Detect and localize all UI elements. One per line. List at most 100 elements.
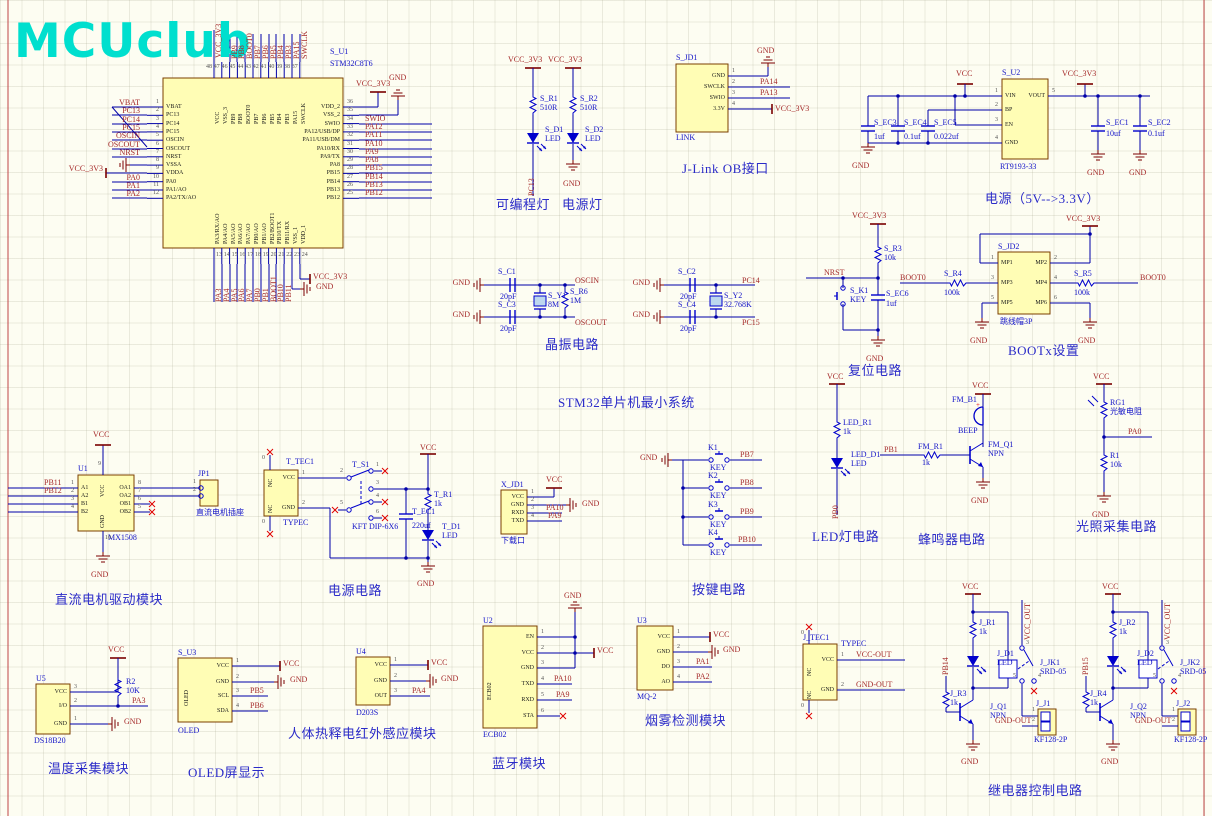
pin-name: PB1/AO <box>261 223 268 244</box>
section-title: 蜂鸣器电路 <box>918 532 986 547</box>
net-label: GND <box>124 717 142 726</box>
net-label: GND <box>723 645 741 654</box>
designator: 光敏电阻 <box>1110 407 1142 416</box>
designator: J_R1 <box>979 618 996 627</box>
pin-number: 40 <box>268 64 275 70</box>
net-label: NRST <box>119 148 140 157</box>
pin-name: PB14 <box>326 178 340 185</box>
pin-number: 8 <box>138 480 141 486</box>
designator: K2 <box>708 471 718 480</box>
pin-name: NC <box>268 504 274 513</box>
designator: S_EC6 <box>886 289 909 298</box>
section-title: 直流电机驱动模块 <box>55 592 164 607</box>
pin-name: VSS_1 <box>293 226 299 244</box>
designator: J_R3 <box>950 689 967 698</box>
net-label: OSCIN <box>115 131 140 140</box>
pin-name: PA6/AO <box>238 223 245 244</box>
pin-name: PA7/AO <box>246 223 253 244</box>
pin-name: PB5 <box>269 113 276 124</box>
pin-name: 3.3V <box>713 106 725 112</box>
net-label: GND <box>632 310 650 319</box>
pin-number: 29 <box>347 157 353 164</box>
pin-name: PA8 <box>329 162 340 169</box>
pin-number: 3 <box>74 684 77 690</box>
pin-number: 37 <box>291 64 298 70</box>
pin-number: 2 <box>394 673 397 679</box>
net-label: VCC_OUT <box>1023 603 1032 640</box>
net-label: GND <box>290 675 308 684</box>
pin-number: 2 <box>541 645 544 651</box>
pin-name: GND <box>374 678 387 684</box>
net-label: SWCLK <box>300 31 309 59</box>
net-label: VCC_3V3 <box>548 55 583 64</box>
pin-name: PA15 <box>293 110 299 124</box>
designator: S_R3 <box>884 244 902 253</box>
net-label: VCC-OUT <box>856 650 892 659</box>
pin-name: B2 <box>81 509 89 515</box>
designator: J_R4 <box>1090 689 1107 698</box>
net-label: GND <box>1078 336 1096 345</box>
ic-download-port-designator: X_JD1 <box>501 480 524 489</box>
pin-number: 33 <box>347 123 353 130</box>
ic-mx1508-motor-driver-part: MX1508 <box>108 533 137 542</box>
net-label: GND <box>961 757 979 766</box>
pin-number: 27 <box>347 173 353 180</box>
pin-name: VCC <box>657 634 670 640</box>
pin-name: VCC <box>521 650 534 656</box>
pin-name: STA <box>523 713 534 719</box>
pin-number: 20 <box>270 252 277 258</box>
pin-number: 3 <box>71 496 74 502</box>
designator: S_EC1 <box>1106 118 1129 127</box>
net-label: GND <box>452 310 470 319</box>
pin-name: OSCIN <box>166 137 185 144</box>
designator: JP1 <box>198 469 210 478</box>
pin-number: 12 <box>153 190 159 197</box>
pin-name: VSS_2 <box>322 112 340 119</box>
net-label: NRST <box>824 268 845 277</box>
designator: 0.1uf <box>1148 129 1165 138</box>
designator: 0.022uf <box>934 132 959 141</box>
designator: J_Q1 <box>990 702 1007 711</box>
section-title: 晶振电路 <box>545 337 600 352</box>
net-label: VCC <box>283 659 300 668</box>
pin-number: 5 <box>138 504 141 510</box>
pin-name: VDD_1 <box>300 225 307 244</box>
pin-number: 44 <box>237 64 244 70</box>
designator: J_J2 <box>1176 699 1191 708</box>
pin-number: 1 <box>236 658 239 664</box>
pin-name: EN <box>1005 122 1013 128</box>
pin-number: 1 <box>995 88 998 94</box>
designator: S_C3 <box>498 300 516 309</box>
designator: 直流电机插座 <box>196 508 244 517</box>
net-label: GND-OUT <box>1135 716 1172 725</box>
pin-name: VBAT <box>166 104 182 110</box>
designator: S_EC3 <box>874 118 897 127</box>
pin-name: SDA <box>216 708 229 714</box>
pin-number: 3 <box>995 117 998 123</box>
net-label: PA3 <box>132 696 146 705</box>
designator: J_R2 <box>1119 618 1136 627</box>
designator: FM_B1 <box>952 395 977 404</box>
pin-number: 14 <box>223 252 230 258</box>
pin-number: 2 <box>1172 717 1175 723</box>
pin-number: 1 <box>991 255 994 261</box>
pin-name: A1 <box>81 485 89 491</box>
pin-name: NC <box>268 478 274 487</box>
pin-name: NC <box>807 690 813 699</box>
pin-number: 5 <box>1153 673 1156 679</box>
net-label: GND <box>971 496 989 505</box>
designator: 220uf <box>412 521 431 530</box>
designator: S_R2 <box>580 94 598 103</box>
pin-number: 2 <box>841 682 844 688</box>
pin-number: 18 <box>255 252 261 258</box>
pin-number: 15 <box>231 252 238 258</box>
net-label: PA1 <box>696 657 710 666</box>
designator: SRD-05 <box>1040 667 1067 676</box>
pin-name: OSCOUT <box>166 145 191 152</box>
net-label: PA4 <box>412 686 426 695</box>
pin-number: 3 <box>1026 640 1029 646</box>
net-label: PB0 <box>831 505 840 519</box>
net-label: VCC_3V3 <box>313 272 348 281</box>
designator: J_D1 <box>997 649 1014 658</box>
section-title: 电源电路 <box>328 583 383 598</box>
